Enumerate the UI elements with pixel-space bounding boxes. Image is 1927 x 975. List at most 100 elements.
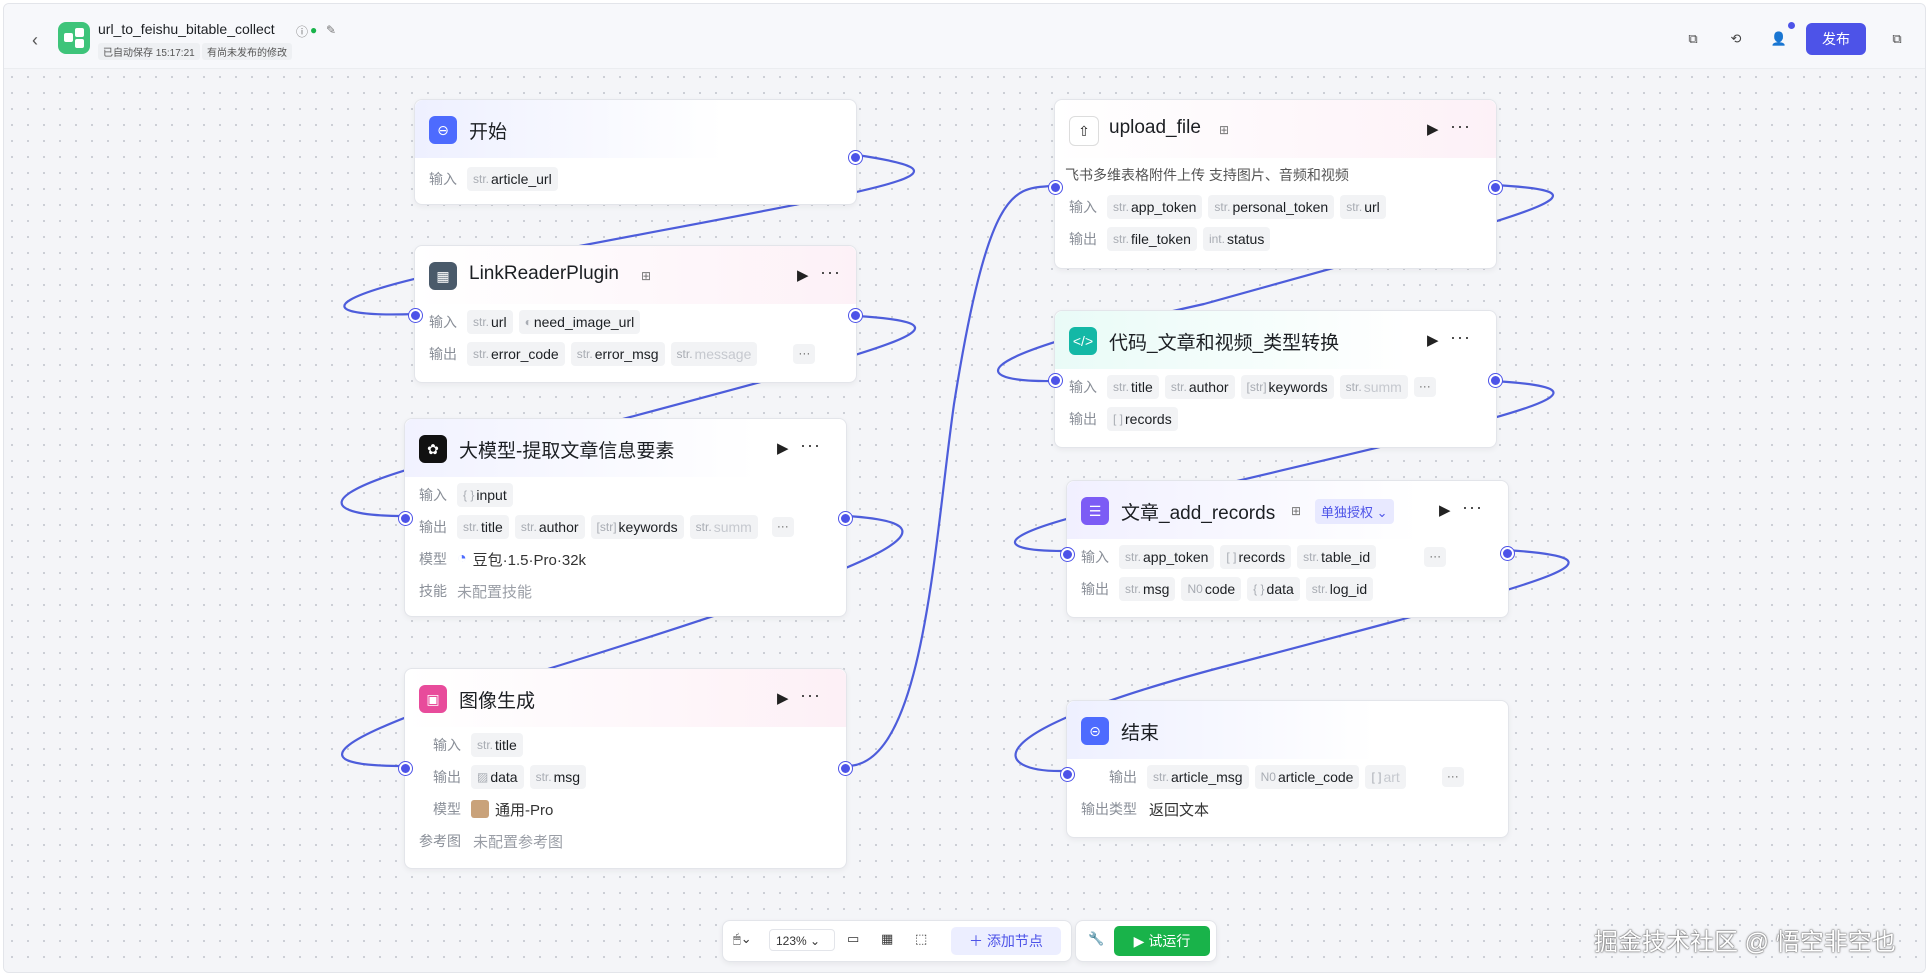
run-node-icon[interactable]: ▶: [797, 266, 809, 284]
param-chip: str. table_id: [1297, 545, 1377, 569]
copy-icon[interactable]: ⧉: [1682, 28, 1704, 50]
input-port[interactable]: [399, 762, 412, 775]
param-chip: str. author: [514, 515, 585, 539]
input-port[interactable]: [1049, 374, 1062, 387]
test-run-button[interactable]: ▶ 试运行: [1114, 926, 1210, 956]
comment-icon[interactable]: ▭: [847, 931, 859, 947]
param-chip: str. msg: [1119, 577, 1176, 601]
param-chip: str. title: [1107, 375, 1159, 399]
run-node-icon[interactable]: ▶: [1427, 120, 1439, 138]
output-row: 输出 ▨ data str. msg: [433, 765, 592, 789]
param-chip: { } input: [457, 483, 513, 507]
more-params-button[interactable]: ···: [771, 517, 794, 537]
workflow-canvas[interactable]: [4, 69, 1925, 972]
skill-row: 技能 未配置技能: [419, 579, 532, 603]
more-icon[interactable]: ···: [1462, 497, 1483, 518]
param-chip: int. status: [1202, 227, 1271, 251]
input-label: 输入: [1081, 549, 1109, 565]
add-node-button[interactable]: ＋ 添加节点: [951, 927, 1061, 955]
output-label: 输出: [1109, 769, 1137, 785]
output-port[interactable]: [1501, 547, 1514, 560]
more-icon[interactable]: ···: [800, 435, 821, 456]
output-port[interactable]: [1489, 374, 1502, 387]
param-chip: [str] keywords: [1240, 375, 1334, 399]
skill-value: 未配置技能: [457, 583, 533, 601]
input-port[interactable]: [399, 512, 412, 525]
output-port[interactable]: [839, 512, 852, 525]
input-row: 输入 str. url ◐ need_image_url: [429, 310, 646, 334]
param-chip: str. file_token: [1107, 227, 1197, 251]
model-name: 豆包·1.5·Pro·32k: [472, 551, 587, 569]
output-row: 输出 str. error_code str. error_msg str. mess…: [429, 342, 816, 366]
more-params-button[interactable]: ···: [1424, 547, 1447, 567]
header-bar: ‹ url_to_feishu_bitable_collect ⓘ ● ✎ 已自…: [4, 4, 1925, 69]
input-port[interactable]: [409, 309, 422, 322]
mouse-mode-icon[interactable]: 🖱⌄: [733, 931, 752, 947]
node-upload-file[interactable]: ⇧ upload_file ⊞ ▶ ··· 飞书多维表格附件上传 支持图片、音频…: [1049, 99, 1502, 269]
more-icon[interactable]: ···: [1450, 116, 1471, 137]
param-chip: [str] keywords: [590, 515, 684, 539]
node-title: 结束: [1121, 723, 1160, 744]
model-name: 通用-Pro: [495, 801, 554, 819]
history-icon[interactable]: ⟲: [1725, 28, 1747, 50]
run-node-icon[interactable]: ▶: [1439, 501, 1451, 519]
input-port[interactable]: [1061, 768, 1074, 781]
output-row: 输出 str. msg N0 code { } data str. log_id: [1081, 577, 1379, 601]
chevron-left-icon[interactable]: ‹: [32, 30, 38, 51]
param-chip: str. app_token: [1107, 195, 1203, 219]
run-node-icon[interactable]: ▶: [777, 689, 789, 707]
input-port[interactable]: [1061, 548, 1074, 561]
fit-view-icon[interactable]: ⬚: [915, 931, 927, 947]
node-code[interactable]: </> 代码_文章和视频_类型转换 ▶ ··· 输入 str. title str…: [1049, 310, 1502, 448]
output-label: 输出: [1069, 231, 1097, 247]
param-chip: str. error_code: [467, 342, 565, 366]
input-label: 输入: [429, 314, 457, 330]
start-icon: ⊖: [429, 116, 457, 144]
duplicate-icon[interactable]: ⧉: [1886, 28, 1908, 50]
param-chip: ▨ data: [471, 765, 524, 789]
more-params-button[interactable]: ···: [1441, 767, 1464, 787]
run-node-icon[interactable]: ▶: [777, 439, 789, 457]
input-row: 输入 str. title: [433, 733, 529, 757]
more-icon[interactable]: ···: [800, 685, 821, 706]
input-label: 输入: [429, 171, 457, 187]
minimap-icon[interactable]: ▦: [881, 931, 893, 947]
output-port[interactable]: [849, 309, 862, 322]
output-port[interactable]: [849, 151, 862, 164]
model-label: 模型: [433, 801, 461, 817]
model-row: 模型 通用-Pro: [433, 797, 553, 821]
output-port[interactable]: [839, 762, 852, 775]
node-end[interactable]: ⊝ 结束 输出 str. article_msg N0 article_code […: [1061, 700, 1509, 838]
more-params-button[interactable]: ···: [1413, 377, 1436, 397]
edit-icon[interactable]: ✎: [326, 23, 336, 37]
node-title: LinkReaderPlugin: [469, 263, 619, 284]
param-chip: str. log_id: [1305, 577, 1374, 601]
wrench-icon[interactable]: 🔧: [1088, 931, 1104, 947]
more-icon[interactable]: ···: [820, 262, 841, 283]
more-params-button[interactable]: ···: [793, 344, 816, 364]
more-icon[interactable]: ···: [1450, 327, 1471, 348]
model-row: 模型 ◔ 豆包·1.5·Pro·32k: [419, 547, 586, 571]
param-chip: str. app_token: [1119, 545, 1215, 569]
node-title: 开始: [469, 122, 508, 143]
input-row: 输入 { } input: [419, 483, 519, 507]
node-image-gen[interactable]: ▣ 图像生成 ▶ ··· 输入 str. title 输出 ▨ data str. m…: [399, 668, 852, 869]
output-port[interactable]: [1489, 181, 1502, 194]
zoom-select[interactable]: 123% ⌄: [769, 929, 835, 951]
param-chip: str. title: [457, 515, 509, 539]
param-chip: { } data: [1247, 577, 1300, 601]
node-start[interactable]: ⊖ 开始 输入 str. article_url: [414, 99, 862, 205]
node-linkreader[interactable]: ▦ LinkReaderPlugin ⊞ ▶ ··· 输入 str. url ◐ n…: [409, 245, 862, 383]
auth-dropdown[interactable]: 单独授权 ⌄: [1315, 499, 1394, 524]
input-port[interactable]: [1049, 181, 1062, 194]
plugin-avatar-icon: ▦: [429, 262, 457, 290]
node-add-records[interactable]: ☰ 文章_add_records ⊞ 单独授权 ⌄ ▶ ··· 输入 str. a…: [1061, 480, 1514, 618]
run-node-icon[interactable]: ▶: [1427, 331, 1439, 349]
publish-button[interactable]: 发布: [1806, 23, 1866, 55]
plugin-icon: ⊞: [1219, 123, 1230, 137]
param-chip: str. article_url: [467, 167, 558, 191]
info-icon[interactable]: ⓘ: [296, 23, 308, 40]
app-logo: [58, 22, 90, 54]
collaborator-icon[interactable]: 👤: [1768, 28, 1790, 50]
node-llm[interactable]: ✿ 大模型-提取文章信息要素 ▶ ··· 输入 { } input 输出 str.…: [399, 418, 852, 617]
